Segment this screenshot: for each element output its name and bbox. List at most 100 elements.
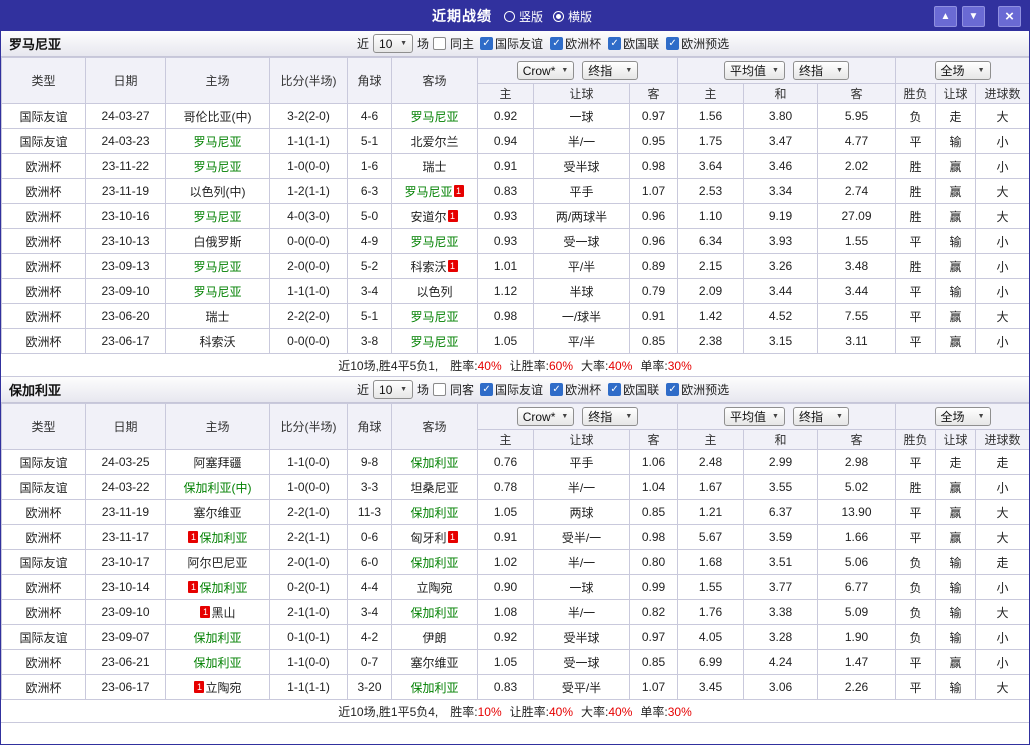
result-goals: 小 bbox=[975, 128, 1029, 154]
match-home-team: 以色列(中) bbox=[165, 178, 270, 204]
same-venue-label[interactable]: 同客 bbox=[450, 381, 474, 398]
asian-handicap: 平手 bbox=[533, 178, 630, 204]
asian-odds-group-header: Crow* ▼ 终指 ▼ bbox=[477, 57, 678, 84]
horizontal-layout-label[interactable]: 横版 bbox=[568, 8, 592, 25]
titlebar-buttons: ▲ ▼ × bbox=[934, 5, 1029, 27]
down-arrow-icon: ▼ bbox=[968, 10, 979, 22]
match-row: 国际友谊 24-03-23 罗马尼亚 1-1(1-1) 5-1 北爱尔兰 0.94 半/一 0.… bbox=[1, 128, 1029, 154]
result-goals: 大 bbox=[975, 524, 1029, 550]
result-goals: 小 bbox=[975, 253, 1029, 279]
euro-home-odds: 1.75 bbox=[677, 128, 744, 154]
matches-label: 场 bbox=[417, 37, 430, 51]
result-handicap: 赢 bbox=[935, 303, 977, 329]
vertical-layout-radio[interactable] bbox=[503, 10, 515, 22]
result-winloss: 平 bbox=[895, 278, 937, 304]
asian-home-odds: 0.90 bbox=[477, 574, 534, 600]
match-away-team: 伊朗 bbox=[391, 624, 478, 650]
horizontal-layout-radio[interactable] bbox=[553, 10, 564, 22]
asian-handicap: 平/半 bbox=[533, 328, 630, 354]
match-count-dropdown[interactable]: 10 ▼ bbox=[373, 34, 414, 53]
match-count-dropdown[interactable]: 10 ▼ bbox=[373, 380, 414, 399]
team-name-text: 安道尔 bbox=[410, 209, 447, 224]
euro-away-odds: 5.95 bbox=[816, 103, 897, 129]
match-home-team: 1 保加利亚 bbox=[165, 574, 270, 600]
asian-home-odds: 0.92 bbox=[477, 624, 534, 650]
asian-index-dropdown[interactable]: 终指 ▼ bbox=[582, 407, 639, 426]
asian-index-dropdown[interactable]: 终指 ▼ bbox=[582, 61, 639, 80]
euro-draw-odds: 3.93 bbox=[743, 228, 818, 254]
euro-away-odds: 1.55 bbox=[816, 228, 897, 254]
table-header: 类型 日期 主场 比分(半场) 角球 客场 Crow* ▼ 终指 ▼ 平均值 ▼… bbox=[1, 403, 1029, 450]
match-date: 24-03-25 bbox=[85, 449, 166, 475]
match-corners: 6-0 bbox=[347, 549, 392, 575]
same-venue-checkbox[interactable] bbox=[433, 383, 447, 396]
chevron-down-icon: ▼ bbox=[561, 413, 569, 420]
scroll-up-button[interactable]: ▲ bbox=[934, 5, 957, 27]
match-away-team: 塞尔维亚 bbox=[391, 649, 478, 675]
asian-handicap: 半/一 bbox=[533, 474, 630, 500]
league-checkbox[interactable] bbox=[608, 37, 622, 50]
chevron-down-icon: ▼ bbox=[977, 413, 985, 420]
result-winloss: 平 bbox=[895, 303, 937, 329]
result-handicap: 赢 bbox=[935, 499, 977, 525]
asian-home-odds: 1.05 bbox=[477, 328, 534, 354]
result-handicap: 赢 bbox=[935, 328, 977, 354]
scroll-down-button[interactable]: ▼ bbox=[962, 5, 985, 27]
match-corners: 5-1 bbox=[347, 303, 392, 329]
euro-draw-odds: 3.55 bbox=[743, 474, 818, 500]
col-header-goals: 进球数 bbox=[975, 83, 1029, 104]
asian-away-odds: 1.04 bbox=[629, 474, 678, 500]
euro-away-odds: 3.44 bbox=[816, 278, 897, 304]
team-name-text: 保加利亚 bbox=[410, 555, 459, 570]
asian-away-odds: 0.95 bbox=[629, 128, 678, 154]
summary-stats: 胜率:40% 让胜率:60% 大率:40% 单率:30% bbox=[442, 357, 692, 374]
match-score: 4-0(3-0) bbox=[269, 203, 348, 229]
match-type-badge: 欧洲杯 bbox=[1, 303, 86, 329]
same-venue-checkbox[interactable] bbox=[433, 37, 447, 50]
euro-average-dropdown[interactable]: 平均值 ▼ bbox=[724, 61, 785, 80]
league-checkbox[interactable] bbox=[666, 37, 680, 50]
same-venue-label[interactable]: 同主 bbox=[450, 35, 474, 52]
asian-away-odds: 1.07 bbox=[629, 674, 678, 700]
match-row: 欧洲杯 23-10-16 罗马尼亚 4-0(3-0) 5-0 安道尔 1 0.93 两/两球半 0… bbox=[1, 203, 1029, 229]
result-winloss: 负 bbox=[895, 624, 937, 650]
result-handicap: 输 bbox=[935, 549, 977, 575]
euro-index-dropdown[interactable]: 终指 ▼ bbox=[792, 407, 849, 426]
league-checkbox[interactable] bbox=[480, 37, 494, 50]
match-away-team: 立陶宛 bbox=[391, 574, 478, 600]
fulltime-dropdown[interactable]: 全场 ▼ bbox=[934, 407, 991, 426]
euro-draw-odds: 4.24 bbox=[743, 649, 818, 675]
close-button[interactable]: × bbox=[998, 5, 1021, 27]
asian-away-odds: 0.82 bbox=[629, 599, 678, 625]
match-home-team: 白俄罗斯 bbox=[165, 228, 270, 254]
red-card-icon: 1 bbox=[447, 209, 458, 222]
match-score: 3-2(2-0) bbox=[269, 103, 348, 129]
asian-handicap: 一/球半 bbox=[533, 303, 630, 329]
bookmaker-dropdown[interactable]: Crow* ▼ bbox=[516, 407, 575, 426]
fulltime-dropdown[interactable]: 全场 ▼ bbox=[934, 61, 991, 80]
result-goals: 走 bbox=[975, 549, 1029, 575]
league-checkbox[interactable] bbox=[550, 37, 564, 50]
match-type-badge: 欧洲杯 bbox=[1, 574, 86, 600]
league-checkbox[interactable] bbox=[666, 383, 680, 396]
match-corners: 4-6 bbox=[347, 103, 392, 129]
asian-home-odds: 0.91 bbox=[477, 153, 534, 179]
col-header-date: 日期 bbox=[85, 57, 166, 104]
col-header-euro-away: 客 bbox=[816, 83, 897, 104]
euro-draw-odds: 3.15 bbox=[743, 328, 818, 354]
vertical-layout-label[interactable]: 竖版 bbox=[519, 8, 543, 25]
league-checkbox[interactable] bbox=[608, 383, 622, 396]
euro-average-dropdown[interactable]: 平均值 ▼ bbox=[724, 407, 785, 426]
team-name-text: 伊朗 bbox=[422, 630, 447, 645]
league-checkbox[interactable] bbox=[550, 383, 564, 396]
asian-away-odds: 0.98 bbox=[629, 153, 678, 179]
league-filter-label: 欧洲杯 bbox=[565, 383, 602, 397]
match-type-badge: 欧洲杯 bbox=[1, 153, 86, 179]
match-corners: 1-6 bbox=[347, 153, 392, 179]
team-name-text: 白俄罗斯 bbox=[193, 234, 242, 249]
asian-handicap: 一球 bbox=[533, 574, 630, 600]
match-home-team: 1 黑山 bbox=[165, 599, 270, 625]
euro-index-dropdown[interactable]: 终指 ▼ bbox=[792, 61, 849, 80]
league-checkbox[interactable] bbox=[480, 383, 494, 396]
bookmaker-dropdown[interactable]: Crow* ▼ bbox=[516, 61, 575, 80]
